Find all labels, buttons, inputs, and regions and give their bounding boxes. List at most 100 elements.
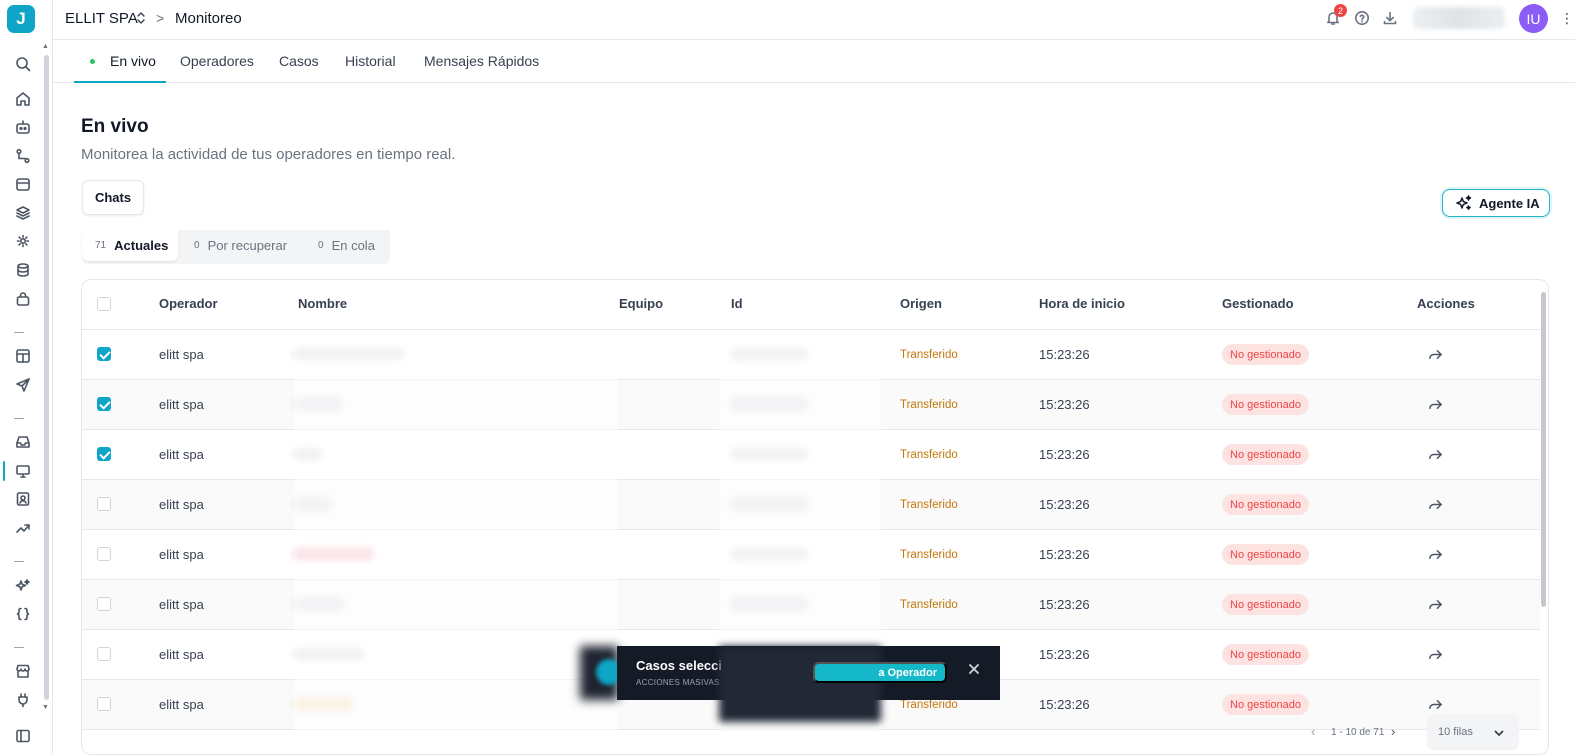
notifications-badge: 2 [1334,4,1347,17]
top-header: ELLIT SPA > Monitoreo 2 IU ⋮ [53,0,1575,40]
origin-cell: Transferido [900,549,958,561]
status-badge: No gestionado [1222,544,1309,565]
pagination-range: 1 - 10 de 71 [1331,727,1385,738]
status-badge: No gestionado [1222,594,1309,615]
forward-arrow-icon[interactable] [1428,447,1444,463]
next-page-button[interactable]: › [1391,724,1395,739]
sidebar-scrollbar[interactable] [44,55,49,700]
segment-actuales[interactable]: 71 Actuales [82,230,179,261]
monitor-icon[interactable] [13,461,33,481]
inbox-icon[interactable] [13,432,33,452]
live-indicator-icon [90,59,95,64]
page-subtitle: Monitorea la actividad de tus operadores… [81,146,456,163]
column-header: Gestionado [1222,296,1294,311]
archive-icon[interactable] [13,174,33,194]
column-header: Equipo [619,296,664,311]
bag-icon[interactable] [13,289,33,309]
sidebar-scroll-down-icon[interactable]: ▼ [42,704,49,711]
forward-arrow-icon[interactable] [1428,397,1444,413]
start-time-cell: 15:23:26 [1039,647,1090,662]
flow-icon[interactable] [13,146,33,166]
table-scrollbar[interactable] [1541,292,1546,607]
plug-icon[interactable] [13,690,33,710]
column-header: Acciones [1417,296,1475,311]
send-icon[interactable] [13,375,33,395]
row-checkbox[interactable] [97,647,111,661]
sidebar-divider [14,647,24,648]
chevron-up-down-icon[interactable] [136,11,146,30]
forward-arrow-icon[interactable] [1428,347,1444,363]
column-header: Nombre [298,296,348,311]
braces-icon[interactable] [13,604,33,624]
trend-icon[interactable] [13,518,33,538]
gear-icon[interactable] [13,231,33,251]
bot-icon[interactable] [13,117,33,137]
operator-cell: elitt spa [159,397,204,412]
status-badge: No gestionado [1222,494,1309,515]
forward-arrow-icon[interactable] [1428,697,1444,713]
home-icon[interactable] [13,89,33,109]
operator-cell: elitt spa [159,647,204,662]
layers-icon[interactable] [13,203,33,223]
operator-cell: elitt spa [159,447,204,462]
column-header: Id [731,296,743,311]
avatar[interactable]: IU [1519,4,1548,33]
tab-operadores[interactable]: Operadores [180,53,254,69]
row-checkbox[interactable] [97,547,111,561]
agente-ia-label: Agente IA [1479,195,1540,211]
sidebar-divider [14,332,24,333]
bulk-bar-redacted-middle [719,646,881,722]
column-header: Origen [900,296,942,311]
operator-cell: elitt spa [159,547,204,562]
tab-bar: En vivo Operadores Casos Historial Mensa… [53,40,1575,83]
help-icon[interactable] [1354,10,1372,28]
search-icon[interactable] [13,54,33,74]
contact-icon[interactable] [13,489,33,509]
close-icon[interactable] [967,662,985,680]
template-icon[interactable] [13,346,33,366]
tab-mensajes-rapidos[interactable]: Mensajes Rápidos [424,53,539,69]
status-badge: No gestionado [1222,444,1309,465]
forward-arrow-icon[interactable] [1428,497,1444,513]
segment-en-cola[interactable]: 0 En cola [318,230,375,261]
sidebar-scroll-up-icon[interactable]: ▲ [42,43,49,50]
row-checkbox[interactable] [97,597,111,611]
bulk-subtitle: ACCIONES MASIVAS [636,678,720,687]
row-checkbox[interactable] [97,447,111,461]
tab-historial[interactable]: Historial [345,53,396,69]
database-icon[interactable] [13,260,33,280]
status-badge: No gestionado [1222,344,1309,365]
panel-icon[interactable] [13,726,33,746]
agente-ia-button[interactable]: Agente IA [1442,189,1550,217]
org-name[interactable]: ELLIT SPA [65,10,138,27]
download-icon[interactable] [1382,10,1400,28]
segment-por-recuperar[interactable]: 0 Por recuperar [194,230,287,261]
row-checkbox[interactable] [97,347,111,361]
start-time-cell: 15:23:26 [1039,347,1090,362]
more-menu-icon[interactable]: ⋮ [1560,10,1574,27]
start-time-cell: 15:23:26 [1039,697,1090,712]
segment-label: Por recuperar [207,238,288,253]
tab-casos[interactable]: Casos [279,53,319,69]
tab-en-vivo[interactable]: En vivo [110,53,156,69]
chevron-down-icon [1494,730,1504,737]
app-logo[interactable]: J [7,5,35,33]
origin-cell: Transferido [900,699,958,711]
row-checkbox[interactable] [97,497,111,511]
store-icon[interactable] [13,661,33,681]
forward-arrow-icon[interactable] [1428,547,1444,563]
operator-cell: elitt spa [159,697,204,712]
forward-arrow-icon[interactable] [1428,597,1444,613]
chats-button[interactable]: Chats [82,180,144,215]
rows-per-page-value: 10 filas [1438,726,1473,738]
row-checkbox[interactable] [97,697,111,711]
row-checkbox[interactable] [97,397,111,411]
forward-arrow-icon[interactable] [1428,647,1444,663]
sparkles-icon [1456,195,1472,210]
assign-to-operator-button[interactable]: a Operador [813,662,947,683]
previous-page-button[interactable]: ‹ [1311,724,1315,739]
select-all-checkbox[interactable] [97,297,111,311]
sparkles-icon[interactable] [13,576,33,596]
column-header: Hora de inicio [1039,296,1125,311]
rows-per-page-select[interactable]: 10 filas [1427,714,1519,750]
